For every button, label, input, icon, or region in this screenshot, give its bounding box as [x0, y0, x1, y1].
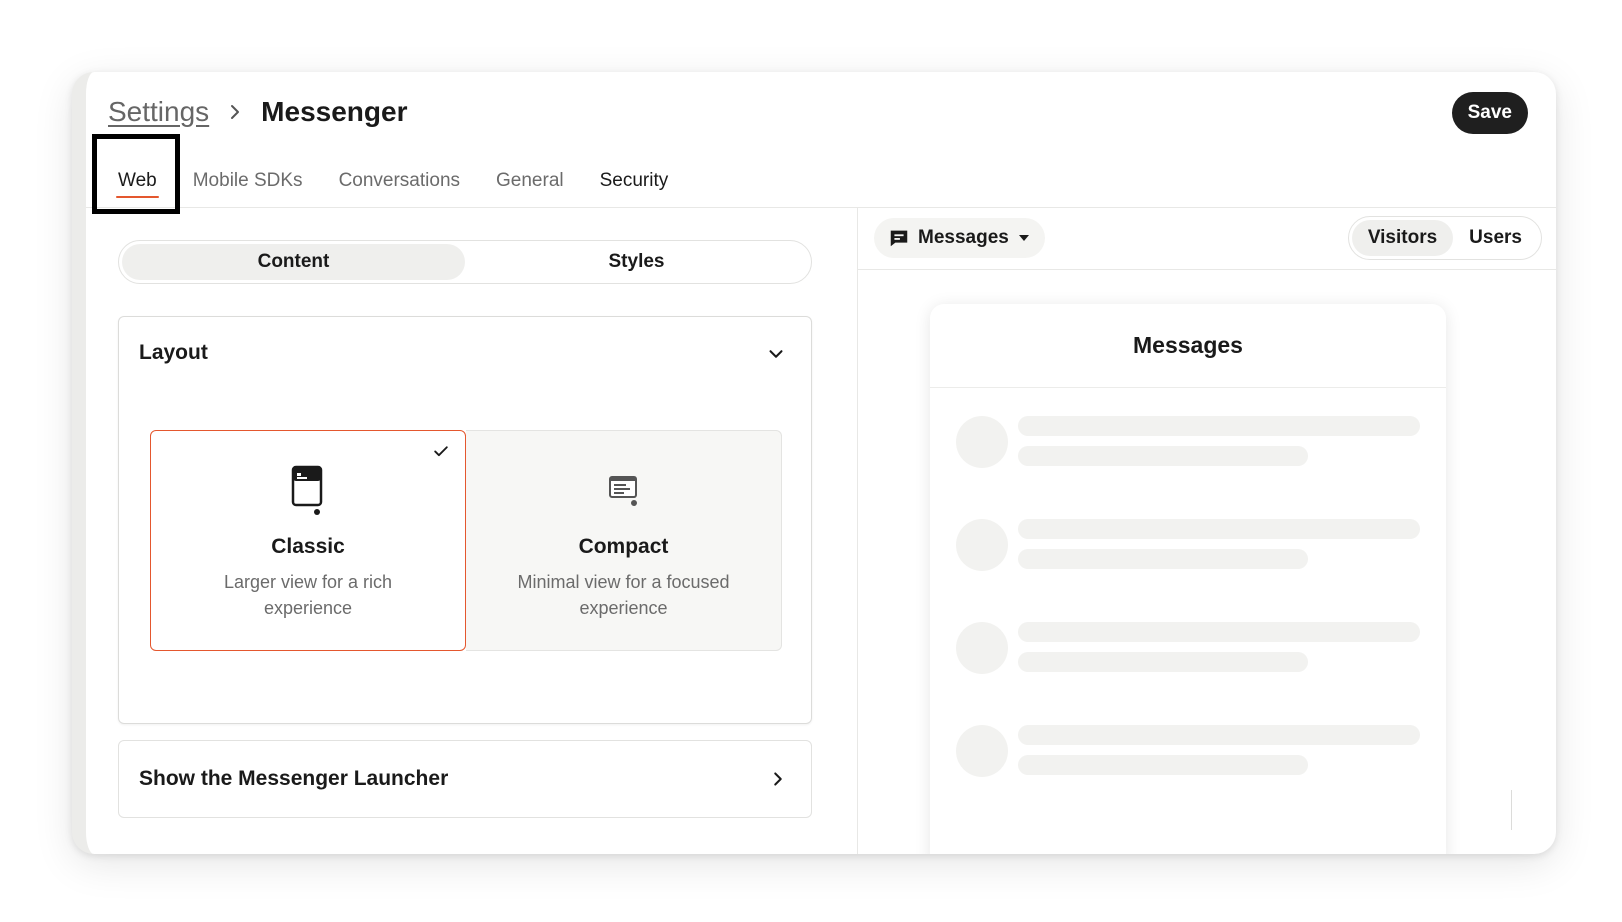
- tab-security[interactable]: Security: [598, 162, 671, 208]
- messages-dropdown-label: Messages: [918, 227, 1009, 248]
- audience-toggle: Visitors Users: [1347, 216, 1542, 260]
- messages-dropdown[interactable]: Messages: [874, 218, 1045, 258]
- page-header: Settings Messenger Save Web Mobile SDKs …: [86, 72, 1556, 214]
- editor-panel: Content Styles Layout Classic Larger vie…: [86, 208, 858, 854]
- layout-card: Layout Classic Larger view for a rich ex…: [118, 316, 812, 724]
- save-button[interactable]: Save: [1451, 92, 1528, 134]
- messenger-launcher-row[interactable]: Show the Messenger Launcher: [118, 740, 812, 818]
- page-title: Messenger: [261, 96, 408, 127]
- skeleton-avatar: [956, 519, 1008, 571]
- skeleton-line: [1018, 519, 1420, 539]
- audience-users[interactable]: Users: [1453, 220, 1538, 256]
- skeleton-row: [956, 519, 1422, 573]
- layout-option-compact[interactable]: Compact Minimal view for a focused exper…: [466, 430, 782, 651]
- chevron-right-icon: [774, 772, 782, 786]
- layout-options: Classic Larger view for a rich experienc…: [150, 430, 782, 651]
- tab-web[interactable]: Web: [116, 162, 159, 208]
- checkmark-icon: [434, 446, 448, 457]
- layout-option-description: Minimal view for a focused experience: [517, 572, 730, 618]
- preview-panel: Messages Visitors Users Messages: [858, 208, 1556, 854]
- preview-title: Messages: [930, 304, 1446, 388]
- breadcrumb: Settings Messenger: [108, 96, 407, 128]
- messenger-preview: Messages: [930, 304, 1446, 854]
- messenger-launcher-title: Show the Messenger Launcher: [139, 767, 449, 790]
- caret-down-icon: [1018, 235, 1029, 241]
- skeleton-row: [956, 622, 1422, 676]
- segment-content[interactable]: Content: [122, 244, 465, 280]
- tab-general[interactable]: General: [494, 162, 566, 208]
- skeleton-line: [1018, 416, 1420, 436]
- skeleton-line: [1018, 755, 1308, 775]
- skeleton-avatar: [956, 725, 1008, 777]
- skeleton-line: [1018, 549, 1308, 569]
- content-styles-switch: Content Styles: [118, 240, 812, 284]
- message-icon: [890, 230, 908, 247]
- skeleton-line: [1018, 622, 1420, 642]
- tab-conversations[interactable]: Conversations: [337, 162, 462, 208]
- audience-visitors[interactable]: Visitors: [1351, 220, 1454, 256]
- layout-option-title: Classic: [271, 535, 345, 558]
- skeleton-avatar: [956, 622, 1008, 674]
- segment-styles[interactable]: Styles: [465, 244, 808, 280]
- layout-option-classic[interactable]: Classic Larger view for a rich experienc…: [150, 430, 466, 651]
- skeleton-line: [1018, 446, 1308, 466]
- skeleton-avatar: [956, 416, 1008, 468]
- layout-option-description: Larger view for a rich experience: [223, 572, 393, 618]
- skeleton-line: [1018, 725, 1420, 745]
- breadcrumb-settings-link[interactable]: Settings: [108, 96, 209, 128]
- skeleton-line: [1018, 652, 1308, 672]
- tab-mobile-sdks[interactable]: Mobile SDKs: [191, 162, 305, 208]
- preview-toolbar: Messages Visitors Users: [858, 208, 1556, 270]
- skeleton-row: [956, 725, 1422, 779]
- classic-layout-icon: [291, 465, 325, 517]
- chevron-down-icon[interactable]: [765, 343, 787, 365]
- layout-option-title: Compact: [578, 535, 669, 558]
- layout-card-title: Layout: [139, 341, 208, 364]
- chevron-right-icon: [231, 105, 240, 119]
- scrollbar[interactable]: [1511, 790, 1512, 830]
- tab-bar: Web Mobile SDKs Conversations General Se…: [116, 162, 702, 208]
- compact-layout-icon: [607, 465, 641, 517]
- skeleton-row: [956, 416, 1422, 470]
- settings-window: Settings Messenger Save Web Mobile SDKs …: [72, 72, 1556, 854]
